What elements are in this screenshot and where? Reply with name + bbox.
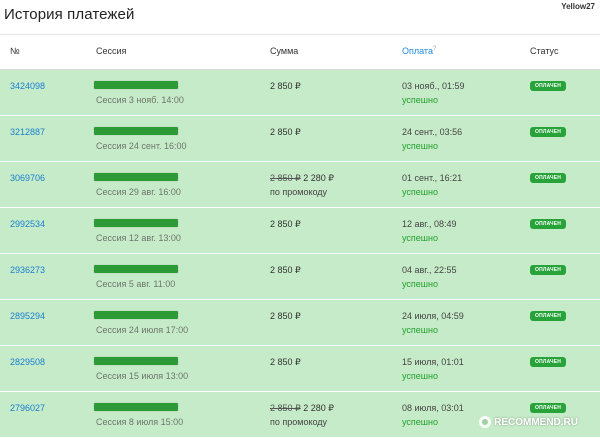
payment-id-link[interactable]: 3212887 bbox=[10, 127, 45, 137]
status-badge: ОПЛАЧЕН bbox=[530, 127, 567, 137]
table-row: 3069706 Сессия 29 авг. 16:00 2 850 ₽ 2 2… bbox=[0, 162, 600, 208]
payment-time: 03 нояб., 01:59 bbox=[402, 81, 465, 91]
table-header: № Сессия Сумма Оплата? Статус bbox=[0, 34, 600, 70]
header-sum: Сумма bbox=[270, 46, 299, 56]
table-row: 3212887 Сессия 24 сент. 16:00 2 850 ₽ 24… bbox=[0, 116, 600, 162]
sum-original: 2 850 ₽ bbox=[270, 173, 301, 183]
table-row: 2936273 Сессия 5 авг. 11:00 2 850 ₽ 04 а… bbox=[0, 254, 600, 300]
page-title: История платежей bbox=[4, 6, 135, 23]
redacted-session-name bbox=[94, 265, 178, 273]
payment-sum: 2 850 ₽ bbox=[270, 219, 301, 230]
payment-sum: 2 850 ₽ bbox=[270, 81, 301, 92]
status-badge: ОПЛАЧЕН bbox=[530, 173, 567, 183]
table-row: 2895294 Сессия 24 июля 17:00 2 850 ₽ 24 … bbox=[0, 300, 600, 346]
session-date: Сессия 12 авг. 13:00 bbox=[96, 233, 181, 243]
status-badge: ОПЛАЧЕН bbox=[530, 403, 567, 413]
session-date: Сессия 5 авг. 11:00 bbox=[96, 279, 176, 289]
payment-id-link[interactable]: 2829508 bbox=[10, 357, 45, 367]
help-icon[interactable]: ? bbox=[433, 46, 436, 52]
session-date: Сессия 8 июля 15:00 bbox=[96, 417, 184, 427]
redacted-session-name bbox=[94, 219, 178, 227]
status-badge: ОПЛАЧЕН bbox=[530, 219, 567, 229]
header-payment-sort-link[interactable]: Оплата? bbox=[402, 46, 436, 56]
payment-id-link[interactable]: 3069706 bbox=[10, 173, 45, 183]
site-watermark: RECOMMEND.RU bbox=[479, 416, 578, 428]
sum-final: 2 850 ₽ bbox=[270, 311, 301, 321]
header-status: Статус bbox=[530, 46, 559, 56]
promo-note: по промокоду bbox=[270, 187, 328, 197]
table-row: 2992534 Сессия 12 авг. 13:00 2 850 ₽ 12 … bbox=[0, 208, 600, 254]
payment-time: 08 июля, 03:01 bbox=[402, 403, 464, 413]
payment-id-link[interactable]: 2796027 bbox=[10, 403, 45, 413]
payment-result: успешно bbox=[402, 233, 438, 243]
payments-table: № Сессия Сумма Оплата? Статус 3424098 Се… bbox=[0, 34, 600, 438]
table-row: 2829508 Сессия 15 июля 13:00 2 850 ₽ 15 … bbox=[0, 346, 600, 392]
payment-result: успешно bbox=[402, 279, 438, 289]
redacted-session-name bbox=[94, 403, 178, 411]
promo-note: по промокоду bbox=[270, 417, 328, 427]
sum-final: 2 850 ₽ bbox=[270, 265, 301, 275]
payment-sum: 2 850 ₽ bbox=[270, 127, 301, 138]
payment-sum: 2 850 ₽ bbox=[270, 357, 301, 368]
session-date: Сессия 3 нояб. 14:00 bbox=[96, 95, 184, 105]
redacted-session-name bbox=[94, 311, 178, 319]
table-row: 2796027 Сессия 8 июля 15:00 2 850 ₽ 2 28… bbox=[0, 392, 600, 438]
payment-time: 24 сент., 03:56 bbox=[402, 127, 463, 137]
session-date: Сессия 24 сент. 16:00 bbox=[96, 141, 187, 151]
payment-id-link[interactable]: 2992534 bbox=[10, 219, 45, 229]
payment-result: успешно bbox=[402, 417, 438, 427]
author-watermark: Yellow27 bbox=[561, 2, 595, 11]
status-badge: ОПЛАЧЕН bbox=[530, 357, 567, 367]
payment-time: 15 июля, 01:01 bbox=[402, 357, 464, 367]
site-watermark-text: RECOMMEND.RU bbox=[494, 416, 578, 428]
sum-final: 2 850 ₽ bbox=[270, 357, 301, 367]
redacted-session-name bbox=[94, 127, 178, 135]
redacted-session-name bbox=[94, 357, 178, 365]
payment-result: успешно bbox=[402, 371, 438, 381]
sum-final: 2 280 ₽ bbox=[303, 173, 335, 183]
payment-sum: 2 850 ₽ bbox=[270, 265, 301, 276]
status-badge: ОПЛАЧЕН bbox=[530, 81, 567, 91]
status-badge: ОПЛАЧЕН bbox=[530, 265, 567, 275]
payment-time: 04 авг., 22:55 bbox=[402, 265, 457, 275]
redacted-session-name bbox=[94, 173, 178, 181]
payment-sum: 2 850 ₽ bbox=[270, 311, 301, 322]
recommend-logo-icon bbox=[479, 416, 492, 428]
payment-sum: 2 850 ₽ 2 280 ₽ bbox=[270, 173, 334, 184]
session-date: Сессия 29 авг. 16:00 bbox=[96, 187, 181, 197]
payment-sum: 2 850 ₽ 2 280 ₽ bbox=[270, 403, 334, 414]
sum-final: 2 280 ₽ bbox=[303, 403, 335, 413]
payment-result: успешно bbox=[402, 95, 438, 105]
sum-original: 2 850 ₽ bbox=[270, 403, 301, 413]
sum-final: 2 850 ₽ bbox=[270, 219, 301, 229]
payment-result: успешно bbox=[402, 187, 438, 197]
sum-final: 2 850 ₽ bbox=[270, 127, 301, 137]
payment-result: успешно bbox=[402, 141, 438, 151]
status-badge: ОПЛАЧЕН bbox=[530, 311, 567, 321]
session-date: Сессия 15 июля 13:00 bbox=[96, 371, 189, 381]
sum-final: 2 850 ₽ bbox=[270, 81, 301, 91]
payment-result: успешно bbox=[402, 325, 438, 335]
session-date: Сессия 24 июля 17:00 bbox=[96, 325, 189, 335]
header-payment-label: Оплата bbox=[402, 46, 433, 56]
payment-id-link[interactable]: 3424098 bbox=[10, 81, 45, 91]
payment-id-link[interactable]: 2936273 bbox=[10, 265, 45, 275]
payment-time: 24 июля, 04:59 bbox=[402, 311, 464, 321]
table-body: 3424098 Сессия 3 нояб. 14:00 2 850 ₽ 03 … bbox=[0, 70, 600, 438]
payment-id-link[interactable]: 2895294 bbox=[10, 311, 45, 321]
redacted-session-name bbox=[94, 81, 178, 89]
table-row: 3424098 Сессия 3 нояб. 14:00 2 850 ₽ 03 … bbox=[0, 70, 600, 116]
header-number: № bbox=[10, 46, 20, 56]
header-session: Сессия bbox=[96, 46, 127, 56]
payment-time: 12 авг., 08:49 bbox=[402, 219, 457, 229]
payment-time: 01 сент., 16:21 bbox=[402, 173, 463, 183]
